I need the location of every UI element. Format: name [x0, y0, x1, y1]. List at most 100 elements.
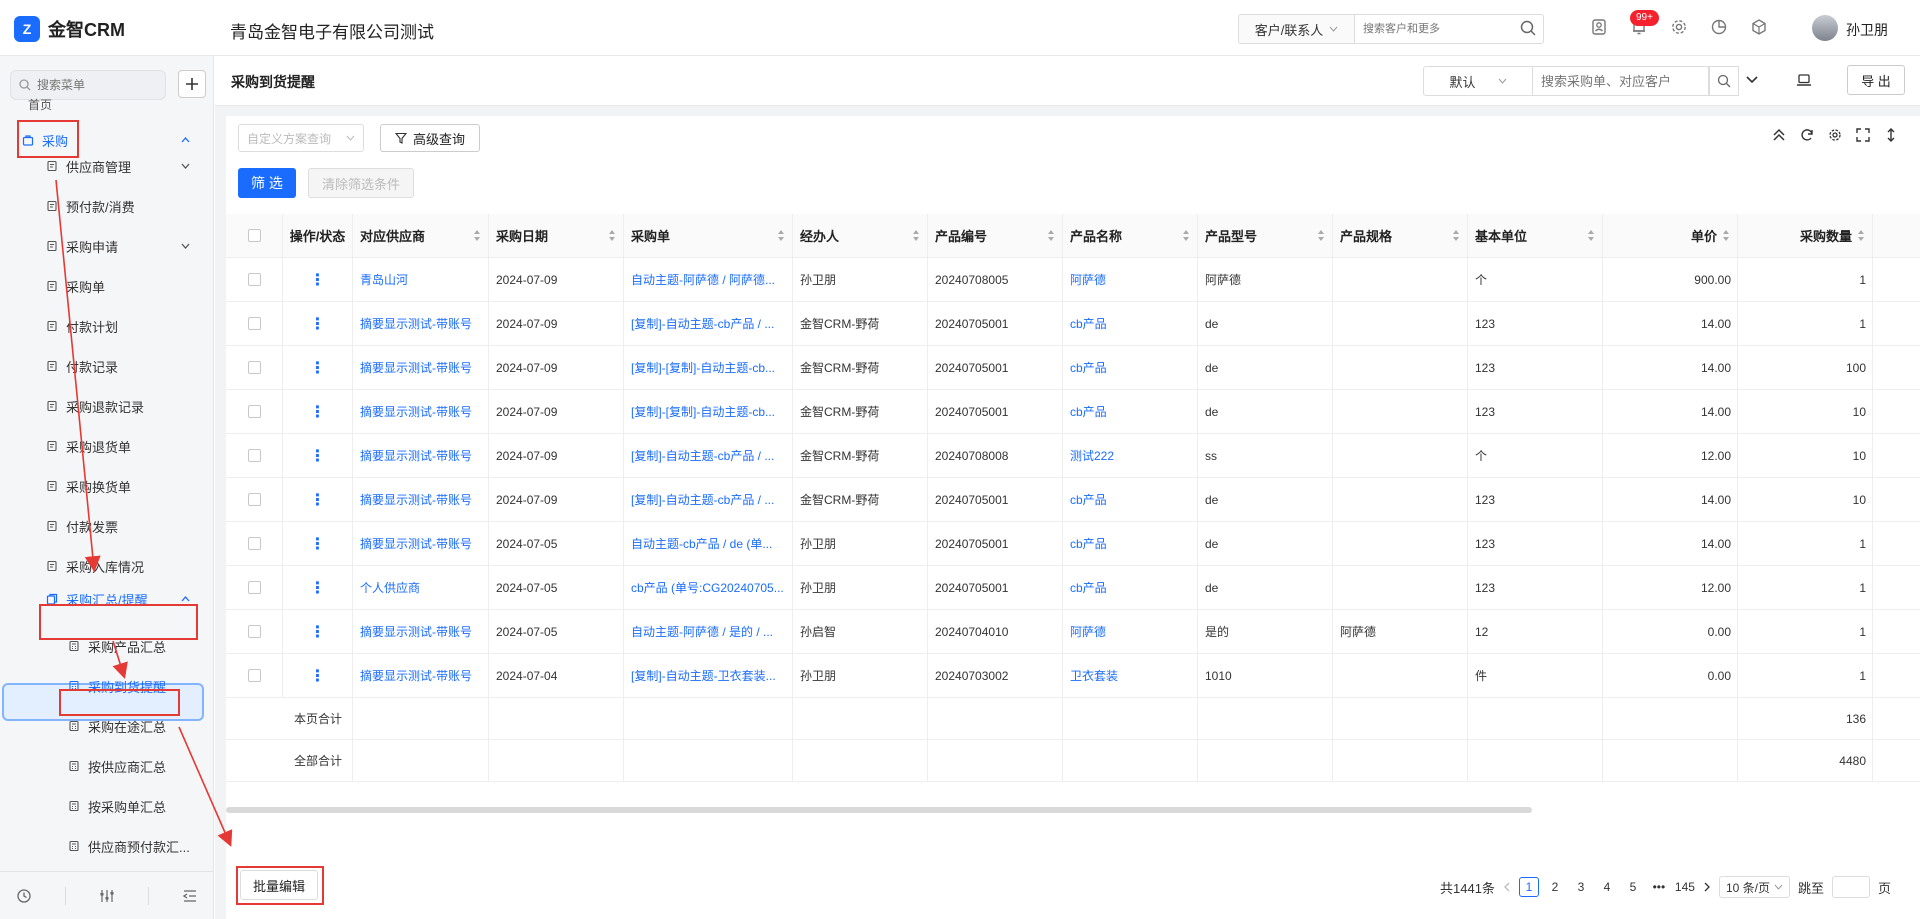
- username[interactable]: 孙卫朋: [1846, 20, 1888, 40]
- cell-link[interactable]: 自动主题-阿萨德 / 阿萨德...: [631, 271, 775, 288]
- page-size-select[interactable]: 10 条/页: [1718, 876, 1790, 898]
- column-header[interactable]: 单价: [1603, 214, 1738, 257]
- sidebar-item[interactable]: 采购单: [46, 270, 190, 302]
- pie-chart-icon[interactable]: [1710, 18, 1728, 36]
- sidebar-item-home[interactable]: 首页: [28, 96, 52, 113]
- page-button[interactable]: 4: [1597, 877, 1617, 897]
- page-button[interactable]: •••: [1649, 877, 1669, 897]
- filter-settings-icon[interactable]: [99, 888, 115, 904]
- clear-filter-button[interactable]: 清除筛选条件: [308, 168, 414, 198]
- sort-icon[interactable]: [1453, 230, 1459, 241]
- page-button[interactable]: 1: [1518, 877, 1539, 897]
- row-checkbox[interactable]: [247, 449, 261, 462]
- page-button[interactable]: 2: [1545, 877, 1565, 897]
- column-header[interactable]: 产品型号: [1198, 214, 1333, 257]
- sidebar-item[interactable]: 采购换货单: [46, 470, 190, 502]
- cell-link[interactable]: [复制]-自动主题-卫衣套装...: [631, 667, 776, 684]
- cell-link[interactable]: [复制]-自动主题-cb产品 / ...: [631, 491, 774, 508]
- cell-link[interactable]: 个人供应商: [360, 579, 420, 596]
- cell-link[interactable]: 摘要显示测试-带账号: [360, 403, 472, 420]
- refresh-icon[interactable]: [1800, 128, 1814, 142]
- horizontal-scrollbar[interactable]: [226, 807, 1532, 813]
- gear-icon[interactable]: [1670, 18, 1688, 36]
- cell-link[interactable]: [复制]-自动主题-cb产品 / ...: [631, 447, 774, 464]
- sort-icon[interactable]: [474, 230, 480, 241]
- sidebar-item[interactable]: 付款发票: [46, 510, 190, 542]
- sort-icon[interactable]: [1858, 230, 1864, 241]
- sidebar-subitem[interactable]: 按供应商汇总: [68, 750, 208, 782]
- chevron-left-icon[interactable]: [1503, 882, 1511, 892]
- sort-icon[interactable]: [1723, 230, 1729, 241]
- column-header[interactable]: 产品规格: [1333, 214, 1468, 257]
- laptop-icon[interactable]: [1796, 72, 1812, 88]
- cell-link[interactable]: cb产品: [1070, 315, 1107, 332]
- jump-page-input[interactable]: [1832, 876, 1870, 898]
- cell-link[interactable]: cb产品: [1070, 491, 1107, 508]
- cell-link[interactable]: [复制]-自动主题-cb产品 / ...: [631, 315, 774, 332]
- filter-button[interactable]: 筛 选: [238, 168, 296, 198]
- cell-link[interactable]: 测试222: [1070, 447, 1114, 464]
- cell-link[interactable]: cb产品 (单号:CG20240705...: [631, 579, 784, 596]
- sidebar-item[interactable]: 采购退款记录: [46, 390, 190, 422]
- more-actions-icon[interactable]: ⋮: [310, 622, 326, 642]
- sort-icon[interactable]: [1048, 230, 1054, 241]
- column-header[interactable]: 产品编号: [928, 214, 1063, 257]
- sidebar-item[interactable]: 付款计划: [46, 310, 190, 342]
- collapse-menu-icon[interactable]: [182, 888, 198, 904]
- cell-link[interactable]: [复制]-[复制]-自动主题-cb...: [631, 359, 775, 376]
- sidebar-item[interactable]: 采购退货单: [46, 430, 190, 462]
- row-checkbox[interactable]: [247, 669, 261, 682]
- column-header[interactable]: 采购数量: [1738, 214, 1873, 257]
- page-button[interactable]: 3: [1571, 877, 1591, 897]
- view-select[interactable]: 默认: [1423, 66, 1533, 96]
- more-actions-icon[interactable]: ⋮: [310, 446, 326, 466]
- column-header[interactable]: 产品名称: [1063, 214, 1198, 257]
- add-menu-button[interactable]: [178, 70, 206, 98]
- page-button[interactable]: 145: [1675, 877, 1695, 897]
- cell-link[interactable]: 摘要显示测试-带账号: [360, 315, 472, 332]
- more-actions-icon[interactable]: ⋮: [310, 314, 326, 334]
- cell-link[interactable]: 阿萨德: [1070, 623, 1106, 640]
- column-header[interactable]: 经办人: [793, 214, 928, 257]
- cell-link[interactable]: [复制]-[复制]-自动主题-cb...: [631, 403, 775, 420]
- cell-link[interactable]: 摘要显示测试-带账号: [360, 623, 472, 640]
- column-header[interactable]: 基本单位: [1468, 214, 1603, 257]
- sort-icon[interactable]: [1183, 230, 1189, 241]
- sort-icon[interactable]: [778, 230, 784, 241]
- row-checkbox[interactable]: [247, 361, 261, 374]
- more-actions-icon[interactable]: ⋮: [310, 490, 326, 510]
- logo[interactable]: Z 金智CRM: [14, 16, 125, 42]
- more-actions-icon[interactable]: ⋮: [310, 402, 326, 422]
- record-search-input[interactable]: [1533, 66, 1709, 96]
- row-checkbox[interactable]: [247, 493, 261, 506]
- scheme-select[interactable]: 自定义方案查询: [238, 124, 364, 152]
- cell-link[interactable]: 卫衣套装: [1070, 667, 1118, 684]
- record-search-button[interactable]: [1709, 66, 1739, 96]
- cell-link[interactable]: cb产品: [1070, 579, 1107, 596]
- row-checkbox[interactable]: [247, 537, 261, 550]
- page-button[interactable]: 5: [1623, 877, 1643, 897]
- sidebar-item[interactable]: 预付款/消费: [46, 190, 190, 222]
- select-all-checkbox[interactable]: [247, 229, 261, 242]
- history-icon[interactable]: [16, 888, 32, 904]
- row-checkbox[interactable]: [247, 317, 261, 330]
- sidebar-item[interactable]: 采购入库情况: [46, 550, 190, 582]
- cell-link[interactable]: 摘要显示测试-带账号: [360, 491, 472, 508]
- cell-link[interactable]: 摘要显示测试-带账号: [360, 535, 472, 552]
- gear-icon[interactable]: [1828, 128, 1842, 142]
- cell-link[interactable]: 青岛山河: [360, 271, 408, 288]
- cell-link[interactable]: 自动主题-cb产品 / de (单...: [631, 535, 772, 552]
- cube-icon[interactable]: [1750, 18, 1768, 36]
- more-actions-icon[interactable]: ⋮: [310, 270, 326, 290]
- more-actions-icon[interactable]: ⋮: [310, 666, 326, 686]
- row-checkbox[interactable]: [247, 273, 261, 286]
- avatar[interactable]: [1812, 15, 1838, 41]
- cell-link[interactable]: 摘要显示测试-带账号: [360, 447, 472, 464]
- sidebar-subitem[interactable]: 按采购单汇总: [68, 790, 208, 822]
- row-checkbox[interactable]: [247, 581, 261, 594]
- contacts-icon[interactable]: [1590, 18, 1608, 36]
- cell-link[interactable]: 摘要显示测试-带账号: [360, 667, 472, 684]
- cell-link[interactable]: 阿萨德: [1070, 271, 1106, 288]
- row-height-icon[interactable]: [1884, 128, 1898, 142]
- chevron-right-icon[interactable]: [1703, 882, 1711, 892]
